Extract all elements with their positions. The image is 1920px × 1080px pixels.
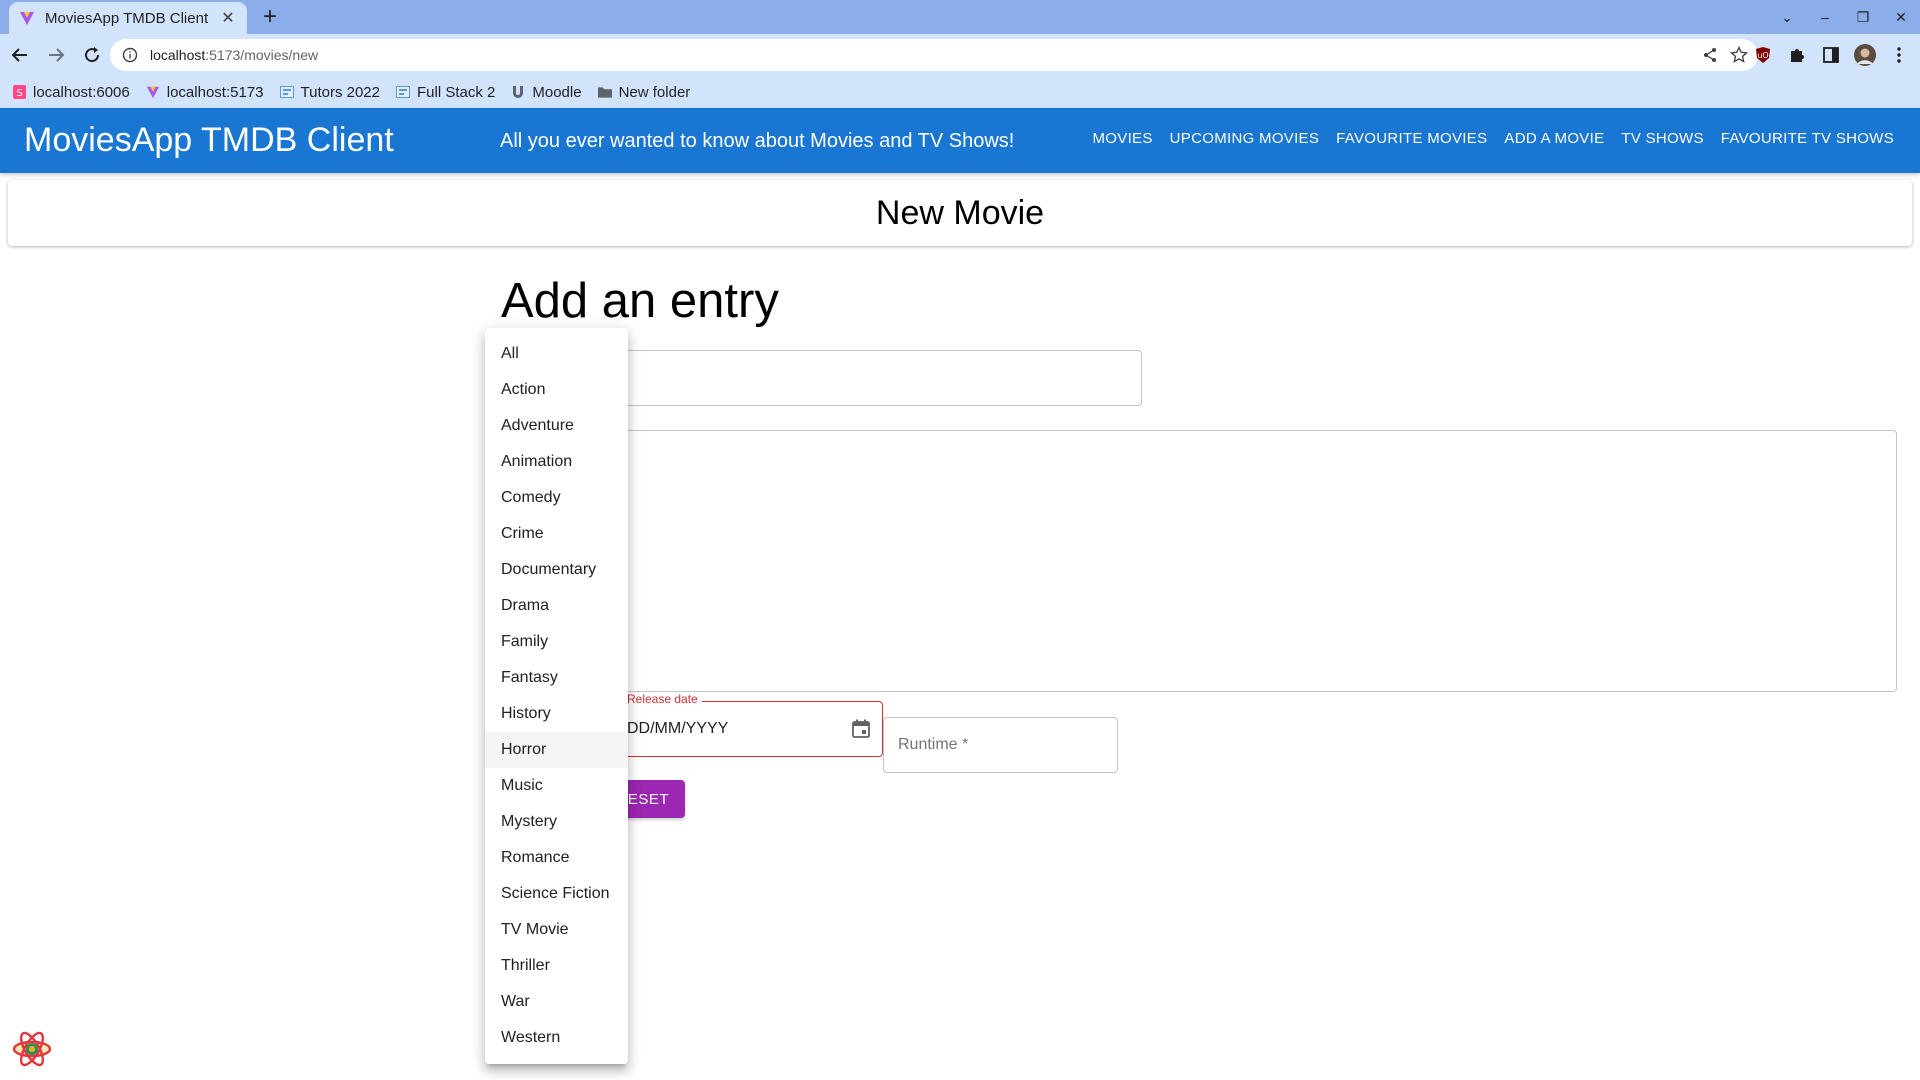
url-host: localhost	[150, 47, 206, 63]
genre-select-menu: All Action Adventure Animation Comedy Cr…	[485, 328, 628, 1064]
menu-item-mystery[interactable]: Mystery	[485, 804, 628, 840]
forward-button[interactable]	[40, 39, 72, 71]
menu-item-action[interactable]: Action	[485, 372, 628, 408]
folder-icon	[597, 85, 612, 99]
release-date-input[interactable]: DD/MM/YYYY	[627, 720, 728, 738]
menu-item-all[interactable]: All	[485, 336, 628, 372]
bookmarks-bar: S localhost:6006 localhost:5173 Tutors 2…	[0, 76, 1920, 108]
url-path: :5173/movies/new	[205, 47, 319, 63]
tutors-icon	[279, 85, 294, 99]
page-header: New Movie	[8, 180, 1912, 246]
kebab-menu-icon[interactable]	[1888, 44, 1910, 66]
moodle-icon	[511, 85, 525, 99]
svg-text:S: S	[16, 88, 22, 99]
ublock-icon[interactable]: uO	[1752, 44, 1774, 66]
nav-tv-shows[interactable]: TV SHOWS	[1621, 130, 1703, 147]
bookmark-label: localhost:6006	[33, 83, 130, 101]
profile-avatar[interactable]	[1854, 44, 1876, 66]
page-title: New Movie	[875, 193, 1045, 232]
calendar-icon[interactable]	[850, 718, 872, 740]
nav-movies[interactable]: MOVIES	[1093, 130, 1153, 147]
app-nav: MOVIES UPCOMING MOVIES FAVOURITE MOVIES …	[1093, 130, 1895, 147]
vite-icon	[146, 85, 160, 99]
nav-add-a-movie[interactable]: ADD A MOVIE	[1504, 130, 1604, 147]
storybook-icon: S	[12, 85, 26, 99]
reload-icon	[85, 47, 100, 63]
info-icon[interactable]	[120, 45, 140, 65]
svg-text:uO: uO	[1757, 51, 1768, 60]
menu-item-science-fiction[interactable]: Science Fiction	[485, 876, 628, 912]
bookmark-label: Full Stack 2	[417, 83, 496, 101]
menu-item-crime[interactable]: Crime	[485, 516, 628, 552]
menu-item-horror[interactable]: Horror	[485, 732, 628, 768]
menu-item-fantasy[interactable]: Fantasy	[485, 660, 628, 696]
bookmark-label: Moodle	[532, 83, 582, 101]
nav-upcoming-movies[interactable]: UPCOMING MOVIES	[1170, 130, 1320, 147]
bookmark-new-folder[interactable]: New folder	[597, 83, 691, 101]
tutors-icon	[396, 85, 410, 99]
omnibox-actions	[1702, 46, 1748, 64]
menu-item-history[interactable]: History	[485, 696, 628, 732]
nav-favourite-movies[interactable]: FAVOURITE MOVIES	[1336, 130, 1487, 147]
overview-field[interactable]	[501, 430, 1897, 692]
bookmark-localhost-5173[interactable]: localhost:5173	[146, 84, 264, 101]
star-icon[interactable]	[1730, 46, 1748, 64]
bookmark-moodle[interactable]: Moodle	[511, 83, 582, 101]
app-tagline: All you ever wanted to know about Movies…	[500, 130, 1015, 152]
new-tab-button[interactable]: +	[256, 4, 284, 32]
arrow-left-icon	[11, 48, 27, 62]
bookmark-full-stack-2[interactable]: Full Stack 2	[396, 84, 495, 101]
menu-item-drama[interactable]: Drama	[485, 588, 628, 624]
menu-item-thriller[interactable]: Thriller	[485, 948, 628, 984]
close-window-icon[interactable]: ✕	[1882, 9, 1920, 26]
runtime-label: Runtime *	[898, 736, 969, 753]
back-button[interactable]	[4, 39, 36, 71]
app-bar: MoviesApp TMDB Client All you ever wante…	[0, 108, 1920, 173]
url-text[interactable]: localhost:5173/movies/new	[150, 47, 1702, 63]
browser-tab[interactable]: MoviesApp TMDB Client ✕	[9, 2, 247, 34]
form-title: Add an entry	[501, 274, 779, 328]
menu-item-war[interactable]: War	[485, 984, 628, 1020]
menu-item-family[interactable]: Family	[485, 624, 628, 660]
runtime-field[interactable]: Runtime *	[883, 717, 1118, 773]
extension-area: uO	[1752, 39, 1910, 71]
bookmark-label: Tutors 2022	[300, 83, 381, 101]
menu-item-music[interactable]: Music	[485, 768, 628, 804]
menu-item-romance[interactable]: Romance	[485, 840, 628, 876]
chevron-down-icon[interactable]: ⌄	[1768, 9, 1806, 26]
menu-item-animation[interactable]: Animation	[485, 444, 628, 480]
close-icon[interactable]: ✕	[219, 8, 237, 28]
tab-title: MoviesApp TMDB Client	[45, 9, 209, 27]
browser-tab-strip: MoviesApp TMDB Client ✕ + ⌄ – ❐ ✕	[0, 0, 1920, 34]
bookmark-localhost-6006[interactable]: S localhost:6006	[12, 84, 130, 101]
bookmark-label: New folder	[618, 83, 691, 101]
side-panel-icon[interactable]	[1820, 44, 1842, 66]
bookmark-label: localhost:5173	[166, 83, 264, 101]
menu-item-western[interactable]: Western	[485, 1020, 628, 1056]
menu-item-comedy[interactable]: Comedy	[485, 480, 628, 516]
reload-button[interactable]	[76, 39, 108, 71]
nav-favourite-tv-shows[interactable]: FAVOURITE TV SHOWS	[1721, 130, 1894, 147]
browser-toolbar: localhost:5173/movies/new uO	[0, 34, 1920, 76]
share-icon[interactable]	[1702, 47, 1718, 63]
menu-item-documentary[interactable]: Documentary	[485, 552, 628, 588]
restore-icon[interactable]: ❐	[1844, 9, 1882, 26]
vite-favicon-icon	[19, 10, 35, 26]
menu-item-tv-movie[interactable]: TV Movie	[485, 912, 628, 948]
release-date-label: Release date	[623, 692, 702, 706]
arrow-right-icon	[49, 48, 65, 62]
react-query-devtools-icon[interactable]	[12, 1029, 52, 1069]
app-title: MoviesApp TMDB Client	[24, 121, 394, 159]
minimize-icon[interactable]: –	[1806, 9, 1844, 25]
menu-item-adventure[interactable]: Adventure	[485, 408, 628, 444]
window-controls: ⌄ – ❐ ✕	[1768, 0, 1920, 34]
bookmark-tutors-2022[interactable]: Tutors 2022	[279, 83, 381, 101]
puzzle-icon[interactable]	[1786, 44, 1808, 66]
address-bar[interactable]: localhost:5173/movies/new	[110, 39, 1758, 71]
